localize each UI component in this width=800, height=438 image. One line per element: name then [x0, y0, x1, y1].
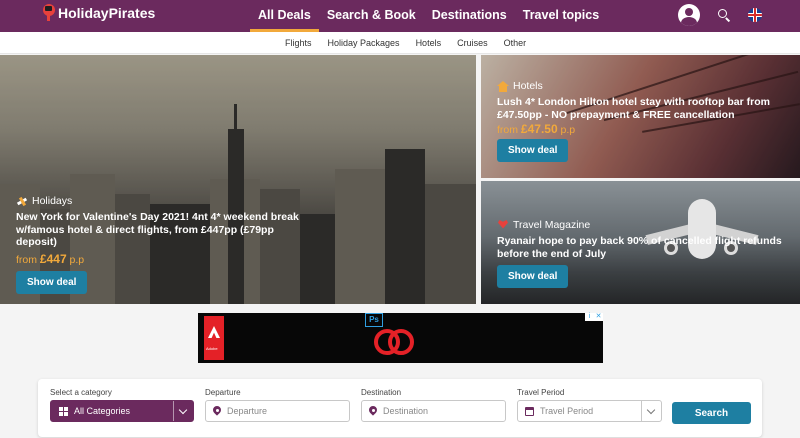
show-deal-button[interactable]: Show deal: [497, 265, 569, 288]
subnav-holiday-packages[interactable]: Holiday Packages: [328, 38, 400, 48]
nav-search-book[interactable]: Search & Book: [319, 0, 424, 32]
category-value: All Categories: [74, 406, 131, 416]
top-navbar: HolidayPirates All Deals Search & Book D…: [0, 0, 800, 32]
photoshop-icon: Ps: [365, 313, 383, 327]
ad-close-icon[interactable]: ✕: [594, 313, 603, 321]
adobe-ad-banner[interactable]: Adobe Ps i ✕: [198, 313, 603, 363]
nav-icons: [678, 4, 762, 26]
deal-card-hotel[interactable]: Hotels Lush 4* London Hilton hotel stay …: [481, 55, 800, 178]
brand-name: HolidayPirates: [58, 5, 156, 21]
calendar-icon: [525, 406, 534, 416]
house-icon: [497, 80, 509, 92]
search-panel: Select a category All Categories Departu…: [38, 379, 762, 437]
sub-navbar: Flights Holiday Packages Hotels Cruises …: [0, 32, 800, 54]
deal-title[interactable]: Lush 4* London Hilton hotel stay with ro…: [497, 96, 793, 121]
category-label: Select a category: [50, 388, 112, 397]
user-avatar-icon[interactable]: [678, 4, 700, 26]
deal-card-new-york[interactable]: Holidays New York for Valentine's Day 20…: [0, 55, 476, 304]
airplane-icon: [16, 196, 28, 207]
adobe-logo-icon: Adobe: [204, 316, 224, 360]
destination-placeholder: Destination: [383, 406, 429, 416]
search-icon[interactable]: [718, 9, 730, 21]
deal-category: Hotels: [513, 80, 543, 92]
ad-choices[interactable]: i ✕: [585, 313, 603, 321]
deal-price: from £447 p.p: [16, 251, 85, 266]
nav-destinations[interactable]: Destinations: [424, 0, 515, 32]
chevron-down-icon[interactable]: [641, 401, 661, 421]
nav-all-deals[interactable]: All Deals: [250, 0, 319, 32]
travel-period-select[interactable]: Travel Period: [517, 400, 662, 422]
location-pin-icon: [369, 406, 377, 416]
subnav-hotels[interactable]: Hotels: [416, 38, 442, 48]
grid-icon: [59, 406, 68, 416]
destination-input[interactable]: Destination: [361, 400, 506, 422]
destination-label: Destination: [361, 388, 402, 397]
balloon-logo-icon: [42, 4, 56, 22]
show-deal-button[interactable]: Show deal: [497, 139, 569, 162]
chevron-down-icon[interactable]: [173, 401, 193, 421]
nav-travel-topics[interactable]: Travel topics: [515, 0, 607, 32]
subnav-other[interactable]: Other: [504, 38, 527, 48]
location-pin-icon: [213, 406, 221, 416]
deal-category: Holidays: [32, 195, 73, 207]
deal-title[interactable]: New York for Valentine's Day 2021! 4nt 4…: [16, 211, 316, 249]
subnav-flights[interactable]: Flights: [285, 38, 312, 48]
creative-cloud-icon: [374, 329, 414, 355]
article-title[interactable]: Ryanair hope to pay back 90% of cancelle…: [497, 235, 793, 260]
uk-flag-icon[interactable]: [748, 8, 762, 22]
category-select[interactable]: All Categories: [50, 400, 194, 422]
deal-category: Travel Magazine: [513, 219, 591, 231]
subnav-cruises[interactable]: Cruises: [457, 38, 488, 48]
show-deal-button[interactable]: Show deal: [16, 270, 88, 294]
heart-icon: [497, 220, 509, 231]
period-placeholder: Travel Period: [540, 406, 594, 416]
ad-info-icon[interactable]: i: [585, 313, 594, 321]
main-nav: All Deals Search & Book Destinations Tra…: [250, 0, 607, 32]
deal-card-travel-magazine[interactable]: Travel Magazine Ryanair hope to pay back…: [481, 181, 800, 304]
deal-price: from £47.50 p.p: [497, 122, 576, 136]
departure-input[interactable]: Departure: [205, 400, 350, 422]
period-label: Travel Period: [517, 388, 565, 397]
departure-placeholder: Departure: [227, 406, 268, 416]
departure-label: Departure: [205, 388, 241, 397]
search-button[interactable]: Search: [672, 402, 751, 424]
brand-logo[interactable]: HolidayPirates: [42, 4, 155, 22]
